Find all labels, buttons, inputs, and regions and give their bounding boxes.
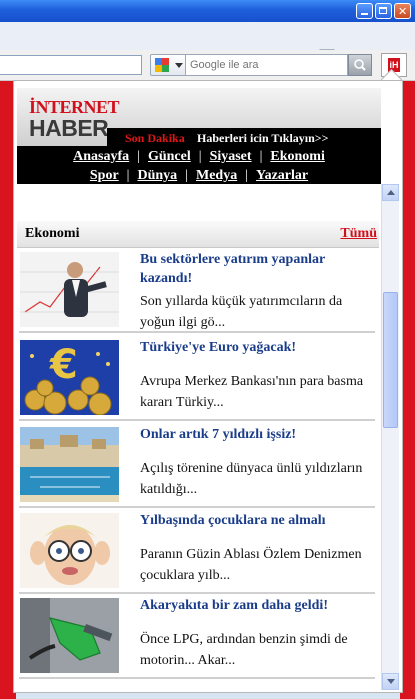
nav-link-yazarlar[interactable]: Yazarlar xyxy=(256,168,308,183)
euro-coins-image[interactable]: € xyxy=(20,340,119,415)
nav-separator: | xyxy=(245,168,249,183)
main-nav-row-2: Spor | Dünya | Medya | Yazarlar xyxy=(17,168,381,184)
scroll-down-button[interactable] xyxy=(382,673,399,690)
article-summary: Önce LPG, ardından benzin şimdi de motor… xyxy=(140,632,348,668)
article-title[interactable]: Bu sektörlere yatırım yapanlar kazandı! xyxy=(140,250,376,288)
news-item[interactable]: Bu sektörlere yatırım yapanlar kazandı! … xyxy=(19,249,375,333)
article-title[interactable]: Türkiye'ye Euro yağacak! xyxy=(140,338,376,357)
see-all-link[interactable]: Tümü xyxy=(340,226,377,242)
section-title: Ekonomi xyxy=(25,226,80,241)
scrollbar-thumb[interactable] xyxy=(383,292,398,428)
address-bar[interactable] xyxy=(0,55,142,75)
news-popup: İNTERNET HABER Son Dakika Haberleri icin… xyxy=(13,80,403,693)
article-summary: Son yıllarda küçük yatırımcıların da yoğ… xyxy=(140,294,343,330)
magnifier-icon xyxy=(354,59,366,71)
nav-link-guncel[interactable]: Güncel xyxy=(148,149,191,164)
nav-link-medya[interactable]: Medya xyxy=(196,168,237,183)
news-item[interactable]: € Türkiye'ye Euro yağacak! Avrupa Merkez… xyxy=(19,337,375,421)
section-header: Ekonomi Tümü xyxy=(17,221,379,248)
article-summary: Avrupa Merkez Bankası'nın para basma kar… xyxy=(140,374,364,410)
fuel-nozzle-image[interactable] xyxy=(20,598,119,673)
nav-separator: | xyxy=(198,149,202,164)
nav-link-dunya[interactable]: Dünya xyxy=(137,168,177,183)
google-icon xyxy=(155,58,169,72)
businessman-chart-image[interactable] xyxy=(20,252,119,327)
search-engine-selector[interactable] xyxy=(150,54,186,76)
popup-scrollbar[interactable] xyxy=(381,184,399,690)
article-summary: Paranın Güzin Ablası Özlem Denizmen çocu… xyxy=(140,547,362,583)
scroll-up-button[interactable] xyxy=(382,184,399,201)
breaking-news-link[interactable]: Haberleri icin Tıklayın>> xyxy=(197,131,328,146)
nav-link-siyaset[interactable]: Siyaset xyxy=(210,149,252,164)
nav-separator: | xyxy=(126,168,130,183)
search-button[interactable] xyxy=(348,54,372,76)
minimize-icon[interactable] xyxy=(356,3,373,19)
news-item[interactable]: Onlar artık 7 yıldızlı işsiz! Açılış tör… xyxy=(19,424,375,508)
menu-toolbar xyxy=(0,22,415,67)
breaking-news-label[interactable]: Son Dakika xyxy=(125,131,185,146)
nav-link-anasayfa[interactable]: Anasayfa xyxy=(73,149,129,164)
article-summary: Açılış törenine dünyaca ünlü yıldızların… xyxy=(140,461,363,497)
arrow-down-icon xyxy=(387,679,395,684)
nav-separator: | xyxy=(137,149,140,164)
luxury-hotel-image[interactable] xyxy=(20,427,119,502)
article-title[interactable]: Akaryakıta bir zam daha geldi! xyxy=(140,596,376,615)
svg-text:€: € xyxy=(49,342,78,388)
child-glasses-image[interactable] xyxy=(20,513,119,588)
window-titlebar[interactable]: ✕ xyxy=(0,0,415,22)
nav-link-ekonomi[interactable]: Ekonomi xyxy=(270,149,324,164)
close-icon[interactable]: ✕ xyxy=(394,3,411,19)
nav-separator: | xyxy=(259,149,263,164)
news-item[interactable]: Yılbaşında çocuklara ne almalı Paranın G… xyxy=(19,510,375,594)
maximize-icon[interactable] xyxy=(375,3,392,19)
news-item[interactable]: Akaryakıta bir zam daha geldi! Önce LPG,… xyxy=(19,595,375,679)
nav-separator: | xyxy=(185,168,188,183)
arrow-up-icon xyxy=(387,190,395,195)
nav-link-spor[interactable]: Spor xyxy=(90,168,119,183)
article-title[interactable]: Onlar artık 7 yıldızlı işsiz! xyxy=(140,425,376,444)
search-input[interactable] xyxy=(186,54,348,76)
chevron-down-icon xyxy=(175,63,183,68)
main-nav-row-1: Anasayfa | Güncel | Siyaset | Ekonomi xyxy=(17,149,381,165)
article-title[interactable]: Yılbaşında çocuklara ne almalı xyxy=(140,511,376,530)
navigation-toolbar: iH xyxy=(0,50,415,81)
site-header: İNTERNET HABER Son Dakika Haberleri icin… xyxy=(17,88,381,184)
logo-bottom-text: HABER xyxy=(29,115,109,141)
